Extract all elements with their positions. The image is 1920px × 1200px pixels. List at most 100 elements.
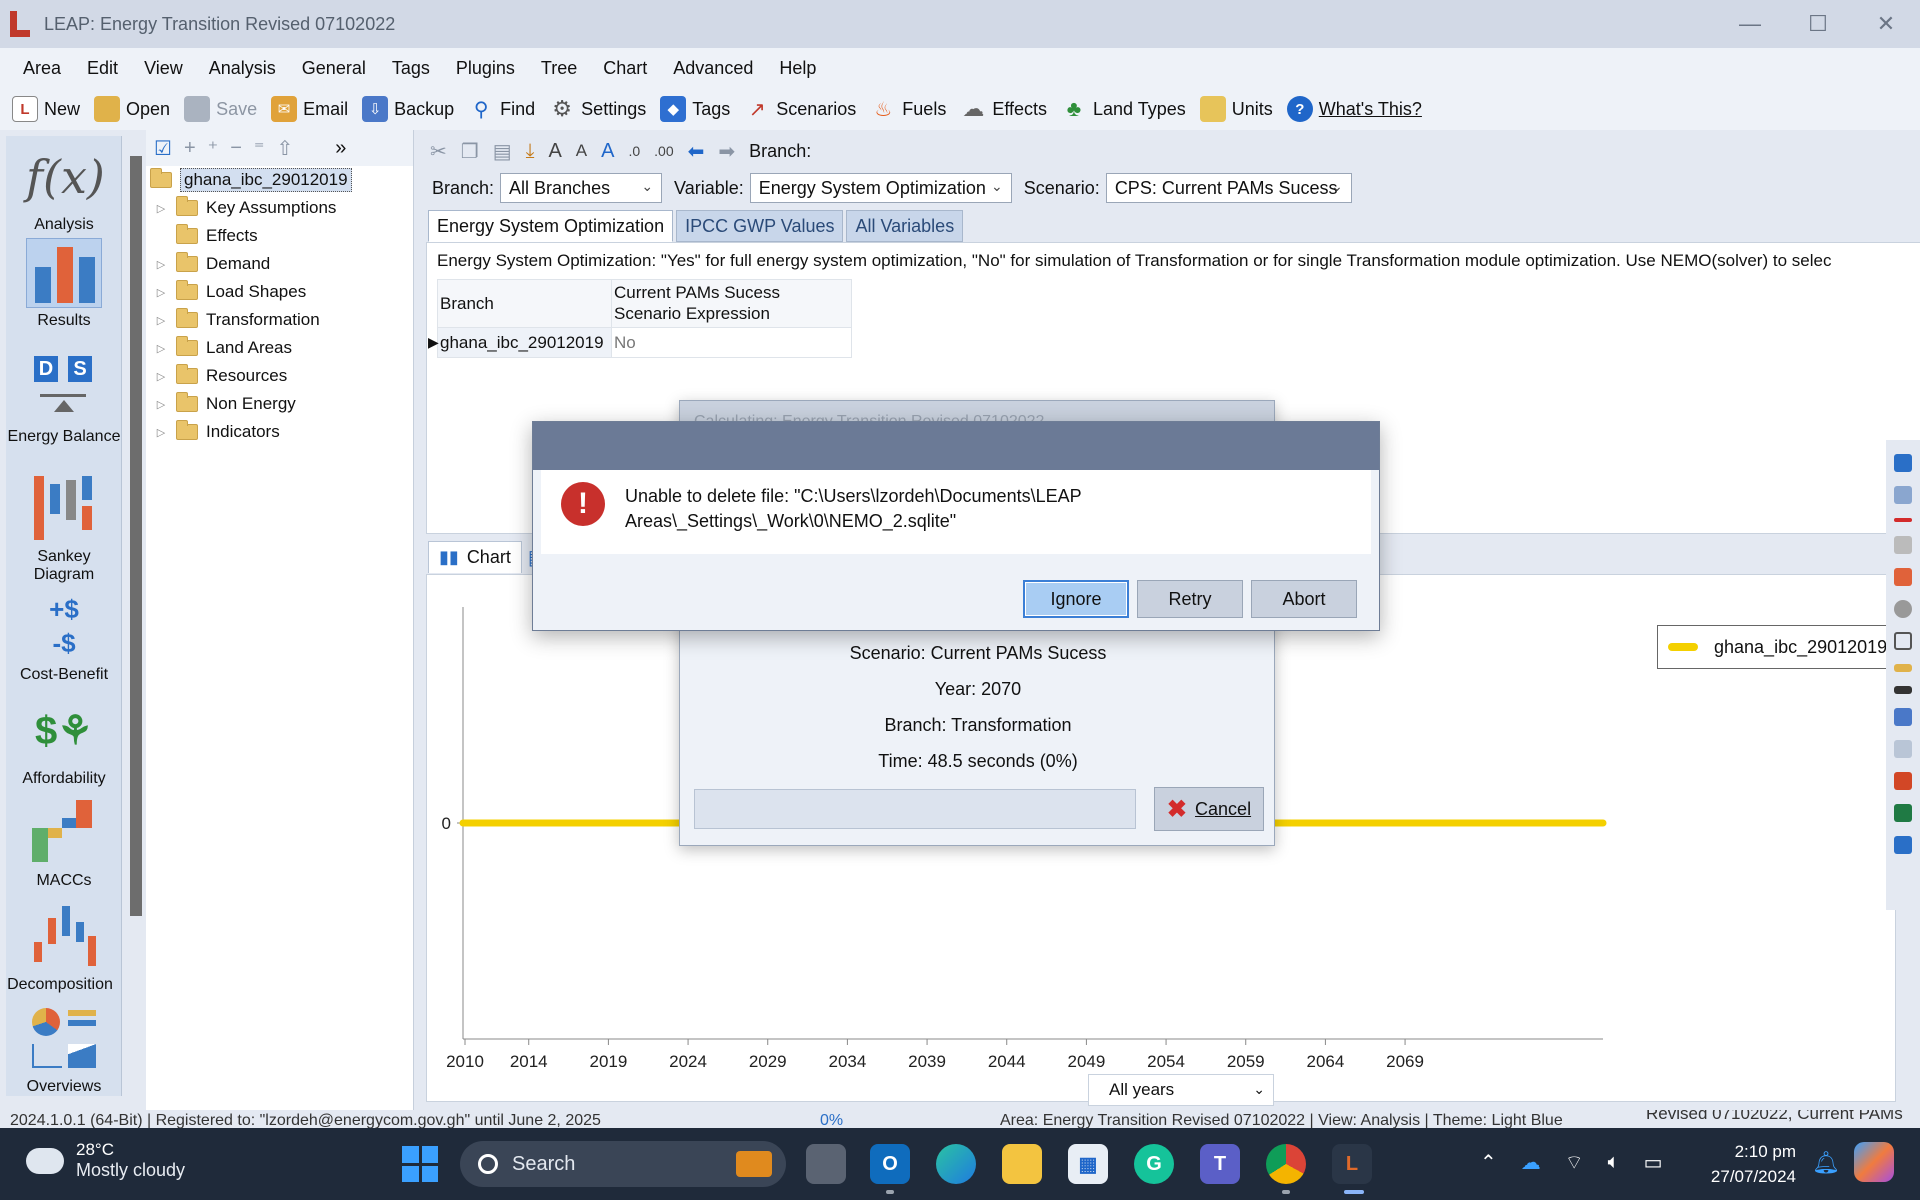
cancel-button[interactable]: ✖ Cancel	[1154, 787, 1264, 831]
decimal-increase-icon[interactable]: .0	[628, 143, 640, 159]
powerpoint-tool-icon[interactable]	[1894, 772, 1912, 790]
expand-icon[interactable]: ▷	[154, 258, 168, 271]
chrome-icon[interactable]	[1266, 1144, 1306, 1184]
menu-general[interactable]: General	[289, 58, 379, 79]
copy-icon[interactable]: ❐	[461, 139, 479, 164]
add-branch-icon[interactable]: +	[184, 137, 196, 160]
tree-item-non-energy[interactable]: ▷ Non Energy	[154, 390, 296, 418]
years-select[interactable]: All years ⌄	[1088, 1074, 1274, 1106]
new-button[interactable]: L New	[12, 96, 80, 122]
grid-cell-expression[interactable]: No	[611, 327, 852, 358]
font-decrease-icon[interactable]: A	[576, 141, 587, 161]
sidebar-item-results[interactable]: Results	[6, 238, 122, 330]
bar-chart-tool-icon[interactable]	[1894, 454, 1912, 472]
outlook-icon[interactable]: O	[870, 1144, 910, 1184]
tree-item-demand[interactable]: ▷ Demand	[154, 250, 270, 278]
sidebar-item-sankey[interactable]: Sankey Diagram	[6, 474, 122, 584]
file-explorer-icon[interactable]	[1002, 1144, 1042, 1184]
volume-icon[interactable]: 🔈︎	[1608, 1151, 1620, 1174]
fuels-button[interactable]: ♨ Fuels	[870, 96, 946, 122]
variable-select[interactable]: Energy System Optimization ⌄	[749, 173, 1012, 203]
grammarly-icon[interactable]: G	[1134, 1144, 1174, 1184]
menu-area[interactable]: Area	[10, 58, 74, 79]
forward-arrow-icon[interactable]: ➡	[718, 139, 735, 164]
log-tool-icon[interactable]	[1894, 536, 1912, 554]
expand-icon[interactable]: ▷	[154, 286, 168, 299]
tree-item-indicators[interactable]: ▷ Indicators	[154, 418, 280, 446]
copilot-icon[interactable]	[1854, 1142, 1894, 1182]
whats-this-button[interactable]: ? What's This?	[1286, 96, 1422, 122]
units-button[interactable]: Units	[1199, 96, 1273, 122]
find-button[interactable]: ⚲ Find	[468, 96, 535, 122]
open-button[interactable]: Open	[94, 96, 170, 122]
taskbar-search[interactable]: Search	[460, 1141, 786, 1187]
expand-icon[interactable]: ▷	[154, 314, 168, 327]
decimal-decrease-icon[interactable]: .00	[654, 143, 673, 159]
menu-tags[interactable]: Tags	[379, 58, 443, 79]
teams-icon[interactable]: T	[1200, 1144, 1240, 1184]
excel-tool-icon[interactable]	[1894, 804, 1912, 822]
settings-button[interactable]: ⚙ Settings	[549, 96, 646, 122]
save-button[interactable]: Save	[184, 96, 257, 122]
back-arrow-icon[interactable]: ⬅	[688, 139, 705, 164]
menu-plugins[interactable]: Plugins	[443, 58, 528, 79]
palette-tool-icon[interactable]	[1894, 568, 1912, 586]
land-types-button[interactable]: ♣ Land Types	[1061, 96, 1186, 122]
minimize-button[interactable]: —	[1716, 0, 1784, 48]
wifi-icon[interactable]: ⌔	[1565, 1150, 1584, 1175]
ignore-button[interactable]: Ignore	[1023, 580, 1129, 618]
menu-tree[interactable]: Tree	[528, 58, 590, 79]
notification-bell-icon[interactable]: 🔔︎	[1812, 1150, 1840, 1176]
tab-energy-system-optimization[interactable]: Energy System Optimization	[428, 210, 674, 242]
menu-help[interactable]: Help	[766, 58, 829, 79]
tree-root[interactable]: ghana_ibc_29012019	[150, 166, 352, 194]
more-icon[interactable]: »	[335, 137, 346, 160]
backup-button[interactable]: ⇩ Backup	[362, 96, 454, 122]
sidebar-scrollbar[interactable]	[130, 156, 142, 916]
font-style-icon[interactable]: A	[601, 140, 614, 163]
sidebar-item-maccs[interactable]: MACCs	[6, 798, 122, 890]
retry-button[interactable]: Retry	[1137, 580, 1243, 618]
export-tool-icon[interactable]	[1894, 836, 1912, 854]
tree-item-transformation[interactable]: ▷ Transformation	[154, 306, 320, 334]
tab-all-variables[interactable]: All Variables	[846, 210, 964, 242]
effects-button[interactable]: ☁ Effects	[960, 96, 1047, 122]
cut-icon[interactable]: ✂	[430, 139, 447, 164]
menu-edit[interactable]: Edit	[74, 58, 131, 79]
remove-many-icon[interactable]: ⁼	[254, 136, 265, 161]
battery-icon[interactable]: ▭	[1644, 1150, 1663, 1175]
download-icon[interactable]: ⤓	[526, 140, 535, 163]
expand-icon[interactable]: ▷	[154, 370, 168, 383]
tags-button[interactable]: ◆ Tags	[660, 96, 730, 122]
tree-item-load-shapes[interactable]: ▷ Load Shapes	[154, 278, 306, 306]
scenarios-button[interactable]: ↗ Scenarios	[744, 96, 856, 122]
onedrive-icon[interactable]: ☁	[1521, 1150, 1541, 1175]
chevron-up-icon[interactable]: ⌃	[1480, 1150, 1497, 1175]
expand-icon[interactable]: ▷	[154, 426, 168, 439]
checklist-icon[interactable]: ☑	[154, 136, 172, 161]
expand-icon[interactable]: ▷	[154, 202, 168, 215]
maximize-button[interactable]: ☐	[1784, 0, 1852, 48]
table-tool-icon[interactable]	[1894, 486, 1912, 504]
frame-tool-icon[interactable]	[1894, 632, 1912, 650]
copy-tool-icon[interactable]	[1894, 740, 1912, 758]
move-up-icon[interactable]: ⇧	[276, 136, 293, 161]
line-tool-icon[interactable]	[1894, 518, 1912, 522]
taskbar-clock[interactable]: 2:10 pm 27/07/2024	[1690, 1140, 1796, 1189]
sidebar-item-cost-benefit[interactable]: +$ -$ Cost-Benefit	[6, 592, 122, 684]
paste-icon[interactable]: ▤	[493, 139, 512, 164]
abort-button[interactable]: Abort	[1251, 580, 1357, 618]
sidebar-item-decomposition[interactable]: Decomposition	[6, 902, 122, 994]
text-tool-icon[interactable]	[1894, 686, 1912, 694]
print-tool-icon[interactable]	[1894, 708, 1912, 726]
email-button[interactable]: ✉ Email	[271, 96, 348, 122]
menu-view[interactable]: View	[131, 58, 196, 79]
tree-item-land-areas[interactable]: ▷ Land Areas	[154, 334, 292, 362]
edge-icon[interactable]	[936, 1144, 976, 1184]
remove-icon[interactable]: −	[230, 137, 242, 160]
tree-item-resources[interactable]: ▷ Resources	[154, 362, 287, 390]
ruler-tool-icon[interactable]	[1894, 664, 1912, 672]
sidebar-item-energy-balance[interactable]: D S Energy Balance	[6, 354, 122, 446]
expand-icon[interactable]: ▷	[154, 398, 168, 411]
menu-advanced[interactable]: Advanced	[660, 58, 766, 79]
